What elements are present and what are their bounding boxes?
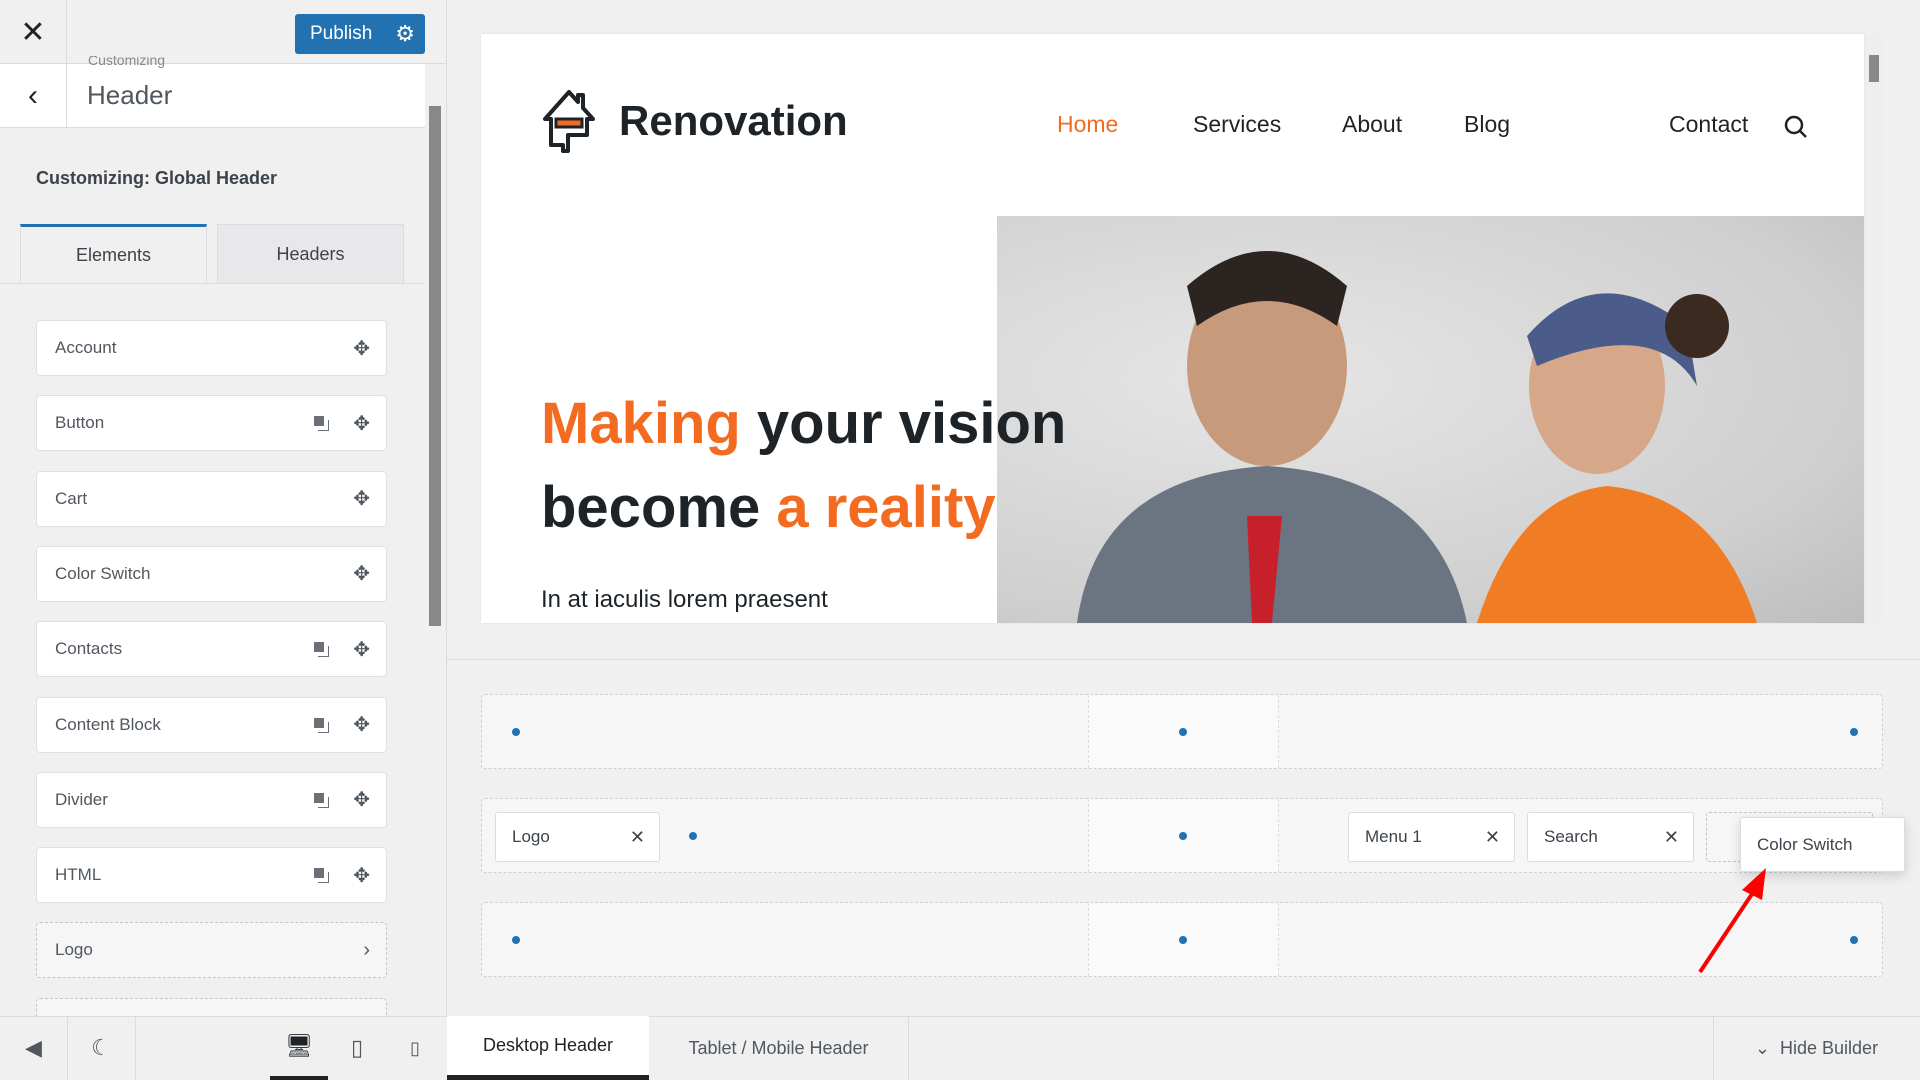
- headline-accent: a reality: [776, 475, 996, 540]
- publish-button[interactable]: Publish ⚙: [295, 14, 425, 54]
- add-element-dot[interactable]: [512, 936, 520, 944]
- red-arrow-annotation: [1698, 868, 1766, 974]
- hero-image: [997, 216, 1864, 623]
- element-label: Contacts: [55, 639, 123, 659]
- divider: [135, 1016, 136, 1080]
- element-label: Cart: [55, 488, 88, 508]
- nav-about[interactable]: About: [1342, 111, 1402, 138]
- element-item-html[interactable]: HTML ✥: [36, 847, 387, 904]
- add-element-dot[interactable]: [1850, 936, 1858, 944]
- add-element-dot[interactable]: [689, 832, 697, 840]
- move-icon[interactable]: ✥: [353, 712, 370, 737]
- hero-headline-line2: become a reality: [541, 474, 996, 541]
- chevron-down-icon: ⌄: [1754, 1037, 1771, 1058]
- element-item-logo[interactable]: Logo ›: [36, 922, 387, 979]
- element-label: Content Block: [55, 714, 161, 734]
- tab-tablet-mobile-header[interactable]: Tablet / Mobile Header: [649, 1016, 909, 1080]
- gear-icon[interactable]: ⚙: [395, 21, 415, 47]
- hero-headline-line1: Making your vision: [541, 390, 1066, 457]
- move-icon[interactable]: ✥: [353, 486, 370, 511]
- headline-accent: Making: [541, 391, 741, 456]
- close-icon[interactable]: ✕: [0, 0, 67, 64]
- move-icon[interactable]: ✥: [353, 336, 370, 361]
- tab-elements[interactable]: Elements: [20, 224, 207, 283]
- add-element-dot[interactable]: [512, 728, 520, 736]
- tab-headers[interactable]: Headers: [217, 224, 404, 283]
- nav-services[interactable]: Services: [1193, 111, 1281, 138]
- add-element-dot[interactable]: [1850, 728, 1858, 736]
- site-preview: Renovation Home Services About Blog Cont…: [481, 34, 1864, 623]
- element-label: Button: [55, 413, 105, 433]
- element-label: Divider: [55, 789, 108, 809]
- builder-chip-menu[interactable]: Menu 1 ✕: [1348, 812, 1515, 862]
- section-title: Header: [87, 80, 173, 110]
- move-icon[interactable]: ✥: [353, 863, 370, 888]
- builder-chip-logo[interactable]: Logo ✕: [495, 812, 660, 862]
- nav-contact[interactable]: Contact: [1669, 111, 1748, 138]
- back-chevron-icon[interactable]: ‹: [0, 64, 67, 128]
- close-icon[interactable]: ✕: [1485, 827, 1500, 848]
- search-icon[interactable]: [1783, 114, 1809, 140]
- chevron-right-icon[interactable]: ›: [363, 939, 370, 962]
- hero-subtext: In at iaculis lorem praesent: [541, 586, 828, 613]
- element-label: HTML: [55, 865, 102, 885]
- element-item-cart[interactable]: Cart ✥: [36, 470, 387, 527]
- headline-text: your vision: [740, 391, 1067, 456]
- house-logo-icon: [543, 90, 595, 153]
- hide-builder-label: Hide Builder: [1780, 1037, 1879, 1058]
- mobile-preview-icon[interactable]: ▯: [396, 1016, 434, 1080]
- duplicate-icon[interactable]: [314, 416, 329, 432]
- element-item-account[interactable]: Account ✥: [36, 320, 387, 376]
- preview-scrollbar-track: [1866, 34, 1882, 623]
- sidebar-scrollbar[interactable]: [429, 106, 441, 626]
- headline-text: become: [541, 475, 777, 540]
- duplicate-icon[interactable]: [314, 792, 329, 808]
- tab-desktop-header[interactable]: Desktop Header: [447, 1016, 649, 1080]
- chip-label: Menu 1: [1365, 827, 1422, 846]
- builder-chip-search[interactable]: Search ✕: [1527, 812, 1694, 862]
- publish-label: Publish: [310, 23, 373, 44]
- element-item-divider[interactable]: Divider ✥: [36, 771, 387, 828]
- element-item-content-block[interactable]: Content Block ✥: [36, 696, 387, 753]
- customizing-label: Customizing: Global Header: [36, 168, 278, 188]
- preview-scrollbar[interactable]: [1869, 55, 1879, 82]
- divider: [447, 659, 1920, 660]
- site-logo[interactable]: Renovation: [541, 89, 848, 153]
- add-element-dot[interactable]: [1179, 936, 1187, 944]
- tablet-preview-icon[interactable]: ▯: [338, 1016, 376, 1080]
- move-icon[interactable]: ✥: [353, 637, 370, 662]
- chip-label: Logo: [512, 827, 550, 846]
- hide-builder-button[interactable]: ⌄ Hide Builder: [1713, 1016, 1920, 1080]
- element-item-button[interactable]: Button ✥: [36, 395, 387, 452]
- element-item-contacts[interactable]: Contacts ✥: [36, 621, 387, 678]
- builder-row-top: [481, 694, 1883, 769]
- element-item-color-switch[interactable]: Color Switch ✥: [36, 545, 387, 602]
- move-icon[interactable]: ✥: [353, 561, 370, 586]
- move-icon[interactable]: ✥: [353, 787, 370, 812]
- divider: [0, 283, 425, 284]
- builder-row-bottom: [481, 902, 1883, 977]
- brand-name: Renovation: [619, 97, 848, 144]
- breadcrumb: Customizing: [88, 56, 166, 68]
- collapse-sidebar-icon[interactable]: ◀: [0, 1016, 67, 1080]
- desktop-preview-icon[interactable]: 🖥: [270, 1016, 328, 1080]
- duplicate-icon[interactable]: [314, 868, 329, 884]
- duplicate-icon[interactable]: [314, 717, 329, 733]
- element-label: Account: [55, 338, 117, 357]
- element-label: Logo: [55, 940, 93, 960]
- nav-home[interactable]: Home: [1057, 111, 1118, 138]
- dark-mode-moon-icon[interactable]: ☾: [67, 1016, 135, 1080]
- element-label: Color Switch: [55, 563, 151, 583]
- close-icon[interactable]: ✕: [1664, 827, 1679, 848]
- chip-label: Search: [1544, 827, 1598, 846]
- nav-blog[interactable]: Blog: [1464, 111, 1510, 138]
- chip-label: Color Switch: [1757, 834, 1853, 854]
- add-element-dot[interactable]: [1179, 832, 1187, 840]
- close-icon[interactable]: ✕: [630, 827, 645, 848]
- add-element-dot[interactable]: [1179, 728, 1187, 736]
- duplicate-icon[interactable]: [314, 642, 329, 658]
- move-icon[interactable]: ✥: [353, 411, 370, 436]
